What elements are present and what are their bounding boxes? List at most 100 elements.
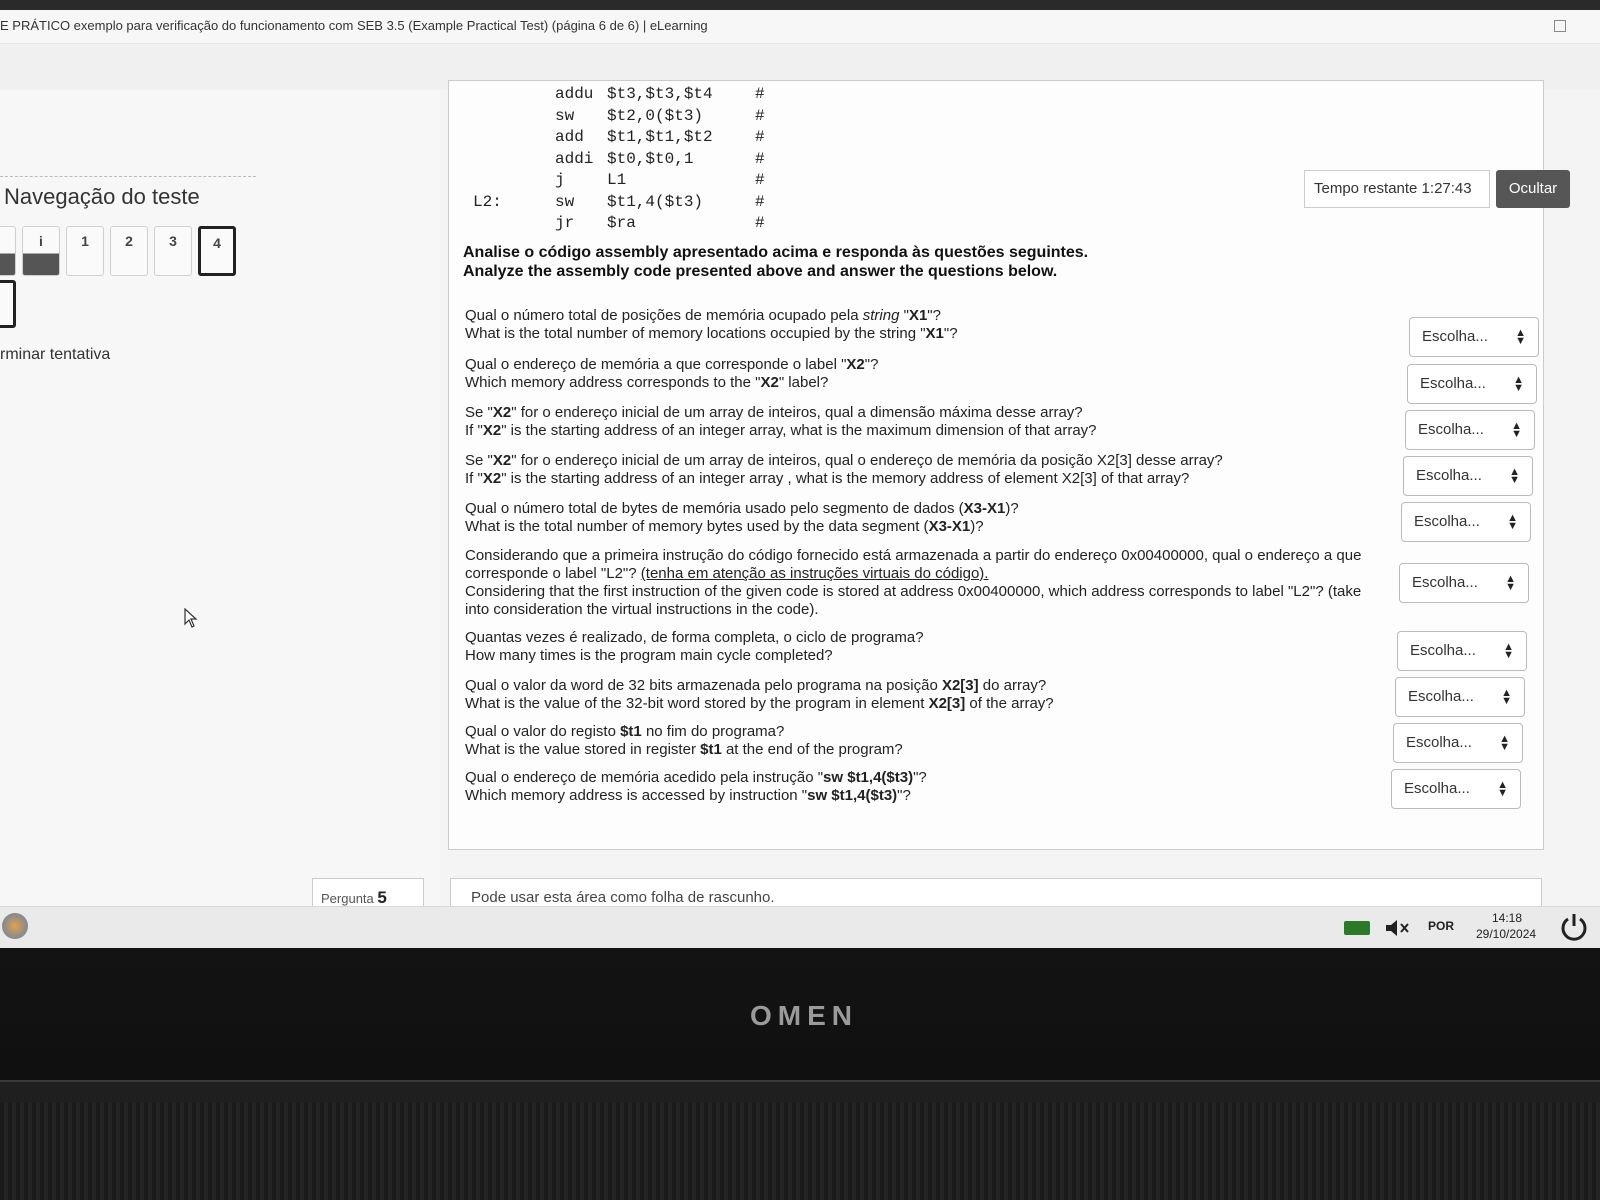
question-text-part: What is the value of the 32-bit word sto… [465, 695, 929, 712]
question-text-part: )? [1005, 500, 1019, 517]
nav-button-4[interactable]: 4 [198, 226, 236, 276]
select-arrows-icon: ▲ ▼ [1511, 420, 1522, 440]
question-text: Qual o endereço de memória a que corresp… [465, 356, 1385, 392]
laptop-logo: OMEN [750, 1000, 858, 1031]
select-value: Escolha... [1416, 467, 1482, 484]
power-icon[interactable] [1558, 911, 1590, 943]
volume-muted-icon[interactable] [1384, 917, 1412, 939]
answer-select[interactable]: Escolha... ▲ ▼ [1391, 769, 1521, 809]
code-comment: # [755, 106, 765, 125]
question-text-bold: X1 [925, 325, 944, 342]
question-text-part: "? [913, 769, 927, 786]
question-text-part: no fim do programa? [641, 723, 785, 740]
answer-select[interactable]: Escolha... ▲ ▼ [1407, 364, 1537, 404]
question-pt: Se "X2" for o endereço inicial de um arr… [465, 404, 1385, 422]
question-text-part: Qual o valor do registo [465, 723, 621, 740]
code-comment: # [755, 85, 765, 103]
answer-select[interactable]: Escolha... ▲ ▼ [1397, 631, 1527, 671]
answer-select[interactable]: Escolha... ▲ ▼ [1401, 502, 1531, 542]
question-text-part: " for o endereço inicial de um array de … [511, 404, 1083, 421]
question-text-part: Which memory address corresponds to the … [465, 374, 761, 391]
select-value: Escolha... [1406, 734, 1472, 751]
answer-select[interactable]: Escolha... ▲ ▼ [1405, 410, 1535, 450]
question-text-bold: X1 [908, 307, 928, 324]
nav-button-2[interactable]: 2 [110, 226, 148, 276]
question-text-part: Qual o valor da word de 32 bits armazena… [465, 677, 942, 694]
select-arrows-icon: ▲ ▼ [1513, 374, 1524, 394]
question-text: Considerando que a primeira instrução do… [465, 547, 1385, 619]
quiz-navigation-title: Navegação do teste [4, 184, 200, 209]
question-en: Which memory address corresponds to the … [465, 374, 1385, 392]
select-value: Escolha... [1408, 688, 1474, 705]
code-args: $t3,$t3,$t4 [607, 85, 713, 103]
nav-button-1[interactable]: 1 [66, 226, 104, 276]
question-en: Which memory address is accessed by inst… [465, 787, 1385, 805]
question-text-part: "? [864, 356, 879, 373]
question-text-part: " label? [778, 374, 829, 391]
nav-button-current-partial[interactable] [0, 280, 16, 328]
clock-date: 29/10/2024 [1476, 927, 1537, 941]
code-label: L2: [473, 192, 502, 211]
code-args: $t1,$t1,$t2 [607, 128, 713, 146]
code-comment: # [755, 128, 765, 146]
language-indicator[interactable]: POR [1428, 919, 1454, 933]
question-text-part: Qual o endereço de memória a que corresp… [465, 356, 847, 373]
answer-select[interactable]: Escolha... ▲ ▼ [1399, 563, 1529, 603]
taskbar: POR 14:18 29/10/2024 [0, 906, 1600, 948]
laptop-bezel: E PRÁTICO exemplo para verificação do fu… [0, 0, 1600, 1200]
question-text-underlined: (tenha em atenção as instruções virtuais… [640, 565, 989, 582]
select-arrows-icon: ▲ ▼ [1509, 466, 1520, 486]
question-en: Considering that the first instruction o… [465, 583, 1385, 619]
question-en: What is the value stored in register $t1… [465, 741, 1385, 759]
question-en: How many times is the program main cycle… [465, 647, 833, 664]
question-text-part: "? [897, 787, 911, 804]
question-text-part: What is the total number of memory bytes… [465, 518, 929, 535]
nav-button-info[interactable]: i [22, 226, 60, 276]
question-text: Qual o valor do registo $t1 no fim do pr… [465, 723, 1385, 759]
question-pt: Considerando que a primeira instrução do… [465, 547, 1385, 583]
question-text-bold: $t1 [620, 723, 642, 740]
select-value: Escolha... [1410, 642, 1476, 659]
question-text-bold: X2 [482, 422, 502, 439]
instructions: Analise o código assembly apresentado ac… [463, 243, 1088, 281]
question-text-bold: X2 [760, 374, 779, 391]
answer-select[interactable]: Escolha... ▲ ▼ [1395, 677, 1525, 717]
question-text-bold: $t1 [700, 741, 722, 758]
question-text: Qual o valor da word de 32 bits armazena… [465, 677, 1385, 713]
question-text-part: Qual o número total de posições de memór… [465, 307, 863, 324]
hide-timer-button[interactable]: Ocultar [1496, 170, 1570, 208]
question-text-bold: X3-X1 [928, 518, 971, 535]
select-arrows-icon: ▲ ▼ [1507, 512, 1518, 532]
question-text-part: What is the total number of memory locat… [465, 325, 926, 342]
code-comment: # [755, 214, 765, 232]
window-title: E PRÁTICO exemplo para verificação do fu… [0, 18, 708, 33]
question-text-part: Which memory address is accessed by inst… [465, 787, 808, 804]
nav-button-3[interactable]: 3 [154, 226, 192, 276]
question-text: Qual o número total de posições de memór… [465, 307, 1385, 343]
code-args: $t2,0($t3) [607, 106, 704, 125]
question-text-part: do array? [978, 677, 1047, 694]
answer-select[interactable]: Escolha... ▲ ▼ [1393, 723, 1523, 763]
code-op: sw [555, 192, 575, 211]
code-op: j [555, 171, 565, 189]
nav-button-partial[interactable] [0, 226, 16, 276]
code-args: $t0,$t0,1 [607, 149, 694, 168]
finish-attempt-link[interactable]: rminar tentativa [0, 346, 110, 364]
question-text-bold: X2 [482, 470, 502, 487]
start-icon[interactable] [2, 913, 28, 939]
question-text-bold: X2 [492, 404, 512, 421]
question-pt: Qual o valor do registo $t1 no fim do pr… [465, 723, 1385, 741]
question-badge-label: Pergunta [321, 891, 374, 906]
question-pt: Quantas vezes é realizado, de forma comp… [465, 629, 924, 646]
question-text-bold: sw $t1,4($t3) [823, 769, 914, 786]
question-text-italic: string [862, 307, 900, 324]
answer-select[interactable]: Escolha... ▲ ▼ [1403, 456, 1533, 496]
select-arrows-icon: ▲ ▼ [1515, 327, 1526, 347]
question-text-part: Qual o endereço de memória acedido pela … [465, 769, 824, 786]
answer-select[interactable]: Escolha... ▲ ▼ [1409, 317, 1539, 357]
question-text-bold: sw $t1,4($t3) [807, 787, 898, 804]
window-title-bar: E PRÁTICO exemplo para verificação do fu… [0, 10, 1600, 44]
restore-window-icon[interactable] [1554, 20, 1566, 32]
question-text-part: "? [927, 307, 941, 324]
battery-icon[interactable] [1344, 921, 1370, 935]
